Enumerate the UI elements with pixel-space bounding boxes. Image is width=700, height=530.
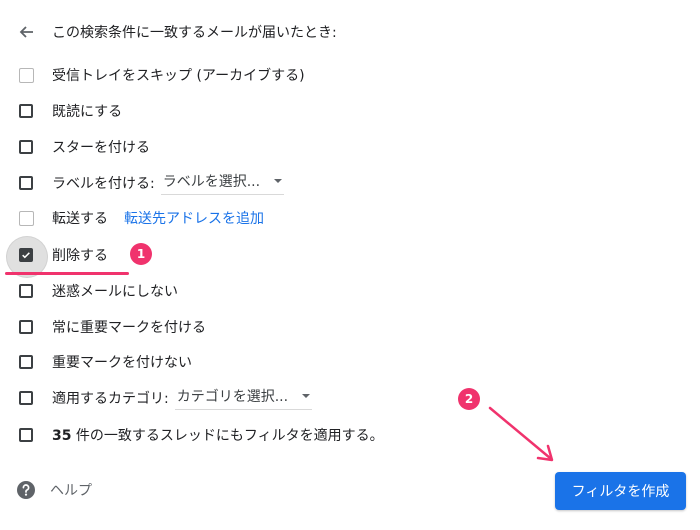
annotation-underline — [5, 272, 129, 275]
annotation-badge-2: 2 — [458, 388, 480, 410]
apply-label-checkbox[interactable] — [14, 171, 38, 195]
filter-header: この検索条件に一致するメールが届いたとき: — [14, 18, 337, 46]
option-label: ラベルを付ける: — [52, 176, 155, 192]
help-link[interactable]: ヘルプ — [16, 480, 92, 500]
option-label: スターを付ける — [52, 140, 150, 156]
annotation-arrow — [488, 406, 554, 462]
option-category[interactable]: 適用するカテゴリ: カテゴリを選択... — [14, 384, 313, 412]
option-label: 常に重要マークを付ける — [52, 320, 206, 336]
option-label: 既読にする — [52, 104, 123, 120]
page-title: この検索条件に一致するメールが届いたとき: — [52, 25, 337, 41]
add-forwarding-address-link[interactable]: 転送先アドレスを追加 — [124, 208, 264, 228]
star-checkbox[interactable] — [14, 135, 38, 159]
thread-count: 35 — [52, 428, 72, 444]
forward-checkbox[interactable] — [14, 206, 38, 230]
back-button[interactable] — [14, 20, 38, 44]
always-important-checkbox[interactable] — [14, 315, 38, 339]
delete-checkbox[interactable] — [7, 237, 47, 277]
option-label: 35 件の一致するスレッドにもフィルタを適用する。 — [52, 425, 384, 445]
option-mark-read[interactable]: 既読にする — [14, 97, 122, 125]
apply-existing-checkbox[interactable] — [14, 423, 38, 447]
label-select[interactable]: ラベルを選択... — [160, 171, 285, 195]
help-circle-icon — [17, 481, 35, 499]
option-never-spam[interactable]: 迷惑メールにしない — [14, 277, 178, 305]
category-select-value: カテゴリを選択... — [176, 389, 289, 405]
option-label: 受信トレイをスキップ (アーカイブする) — [52, 68, 305, 84]
option-apply-label[interactable]: ラベルを付ける: ラベルを選択... — [14, 169, 285, 197]
apply-existing-text: 件の一致するスレッドにもフィルタを適用する。 — [71, 428, 384, 444]
option-star[interactable]: スターを付ける — [14, 133, 150, 161]
help-label: ヘルプ — [50, 483, 92, 499]
chevron-down-icon — [274, 179, 283, 183]
annotation-badge-1: 1 — [130, 243, 152, 265]
never-spam-checkbox[interactable] — [14, 279, 38, 303]
option-delete[interactable]: 削除する — [7, 237, 108, 277]
category-checkbox[interactable] — [14, 386, 38, 410]
option-skip-inbox[interactable]: 受信トレイをスキップ (アーカイブする) — [14, 61, 305, 89]
option-label: 重要マークを付けない — [52, 355, 192, 371]
never-important-checkbox[interactable] — [14, 350, 38, 374]
checkmark-icon — [22, 252, 30, 259]
option-label: 適用するカテゴリ: — [52, 391, 169, 407]
option-forward[interactable]: 転送する 転送先アドレスを追加 — [14, 204, 264, 232]
create-filter-button[interactable]: フィルタを作成 — [555, 472, 686, 510]
option-label: 迷惑メールにしない — [52, 284, 178, 300]
category-select[interactable]: カテゴリを選択... — [174, 386, 313, 410]
chevron-down-icon — [302, 394, 311, 398]
label-select-value: ラベルを選択... — [162, 174, 261, 190]
option-label: 削除する — [52, 248, 108, 264]
option-always-important[interactable]: 常に重要マークを付ける — [14, 313, 206, 341]
option-apply-existing[interactable]: 35 件の一致するスレッドにもフィルタを適用する。 — [14, 421, 384, 449]
arrow-left-icon — [19, 26, 33, 38]
option-label: 転送する — [52, 211, 108, 227]
mark-read-checkbox[interactable] — [14, 99, 38, 123]
option-never-important[interactable]: 重要マークを付けない — [14, 348, 192, 376]
skip-inbox-checkbox[interactable] — [14, 63, 38, 87]
